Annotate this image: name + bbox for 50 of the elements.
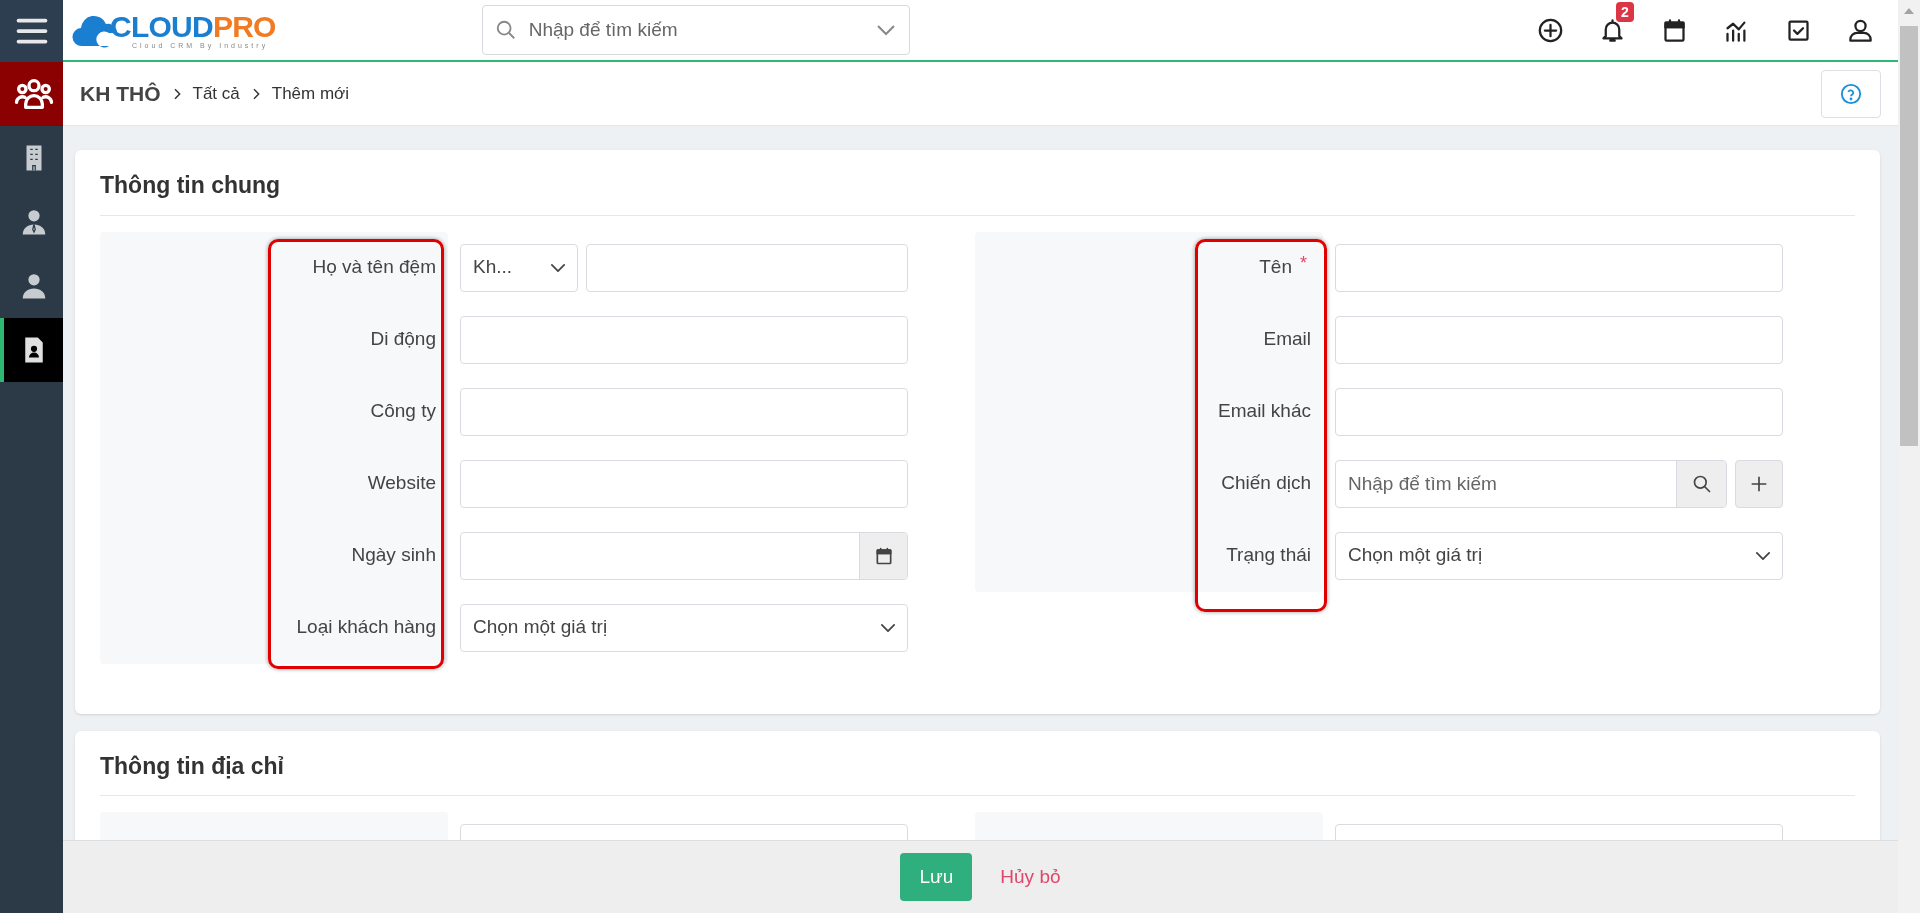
search-input[interactable]: Nhập để tìm kiếm <box>528 15 863 45</box>
date-input[interactable] <box>460 531 908 580</box>
search-icon <box>494 19 517 41</box>
sidebar-item[interactable] <box>0 318 63 382</box>
required-marker: * <box>1300 252 1307 275</box>
help-button[interactable] <box>1821 69 1881 118</box>
text-input[interactable] <box>586 243 908 292</box>
field-label: Email khác <box>1218 399 1311 424</box>
field-label: Di động <box>370 327 436 352</box>
logo-text: PRO <box>212 11 276 42</box>
chevron-down-icon <box>874 23 897 37</box>
text-input[interactable] <box>460 315 908 364</box>
chevron-down-icon <box>881 623 895 632</box>
field-label: Họ và tên đệm <box>312 255 436 280</box>
scrollbar[interactable] <box>1898 0 1920 913</box>
text-input[interactable] <box>1335 315 1783 364</box>
help-icon <box>1840 82 1862 105</box>
chevron-down-icon <box>1756 551 1770 560</box>
notification-badge: 2 <box>1616 2 1634 22</box>
breadcrumb-link[interactable]: KH THÔ <box>80 77 161 110</box>
text-input[interactable] <box>1335 243 1783 292</box>
text-input[interactable] <box>460 459 908 508</box>
field-label: Tên <box>1259 255 1292 280</box>
search-field[interactable]: Nhập để tìm kiếm <box>481 5 910 55</box>
chevron-down-icon <box>551 263 565 272</box>
breadcrumb-link[interactable]: Thêm mới <box>271 80 349 107</box>
section-title: Thông tin địa chỉ <box>100 751 285 781</box>
field-label: Ngày sinh <box>351 543 436 568</box>
scrollbar-thumb[interactable] <box>1900 26 1918 446</box>
lookup-field[interactable]: Nhập để tìm kiếm <box>1335 459 1727 508</box>
sidebar-item[interactable] <box>0 62 63 126</box>
search-button[interactable] <box>1676 460 1726 507</box>
text-input[interactable] <box>460 387 908 436</box>
text-input[interactable] <box>1335 387 1783 436</box>
salutation-dropdown[interactable]: Kh... <box>460 243 578 292</box>
add-icon <box>1536 16 1564 44</box>
field-label: Loại khách hàng <box>296 615 436 640</box>
field-label: Công ty <box>370 399 436 424</box>
field-label: Email <box>1263 327 1311 352</box>
menu-button[interactable] <box>0 0 63 62</box>
search-icon <box>1691 473 1712 494</box>
field-label: Chiến dịch <box>1221 471 1311 496</box>
lookup-input[interactable]: Nhập để tìm kiếm <box>1336 460 1676 507</box>
field-label: Trạng thái <box>1226 543 1311 568</box>
field-label: Website <box>367 471 436 496</box>
breadcrumb-link[interactable]: Tất cả <box>192 80 240 107</box>
select-dropdown[interactable]: Chọn một giá trị <box>460 603 908 652</box>
logo-text: CLOUD <box>110 11 213 42</box>
section-title: Thông tin chung <box>100 171 282 200</box>
select-dropdown[interactable]: Chọn một giá trị <box>1335 531 1783 580</box>
